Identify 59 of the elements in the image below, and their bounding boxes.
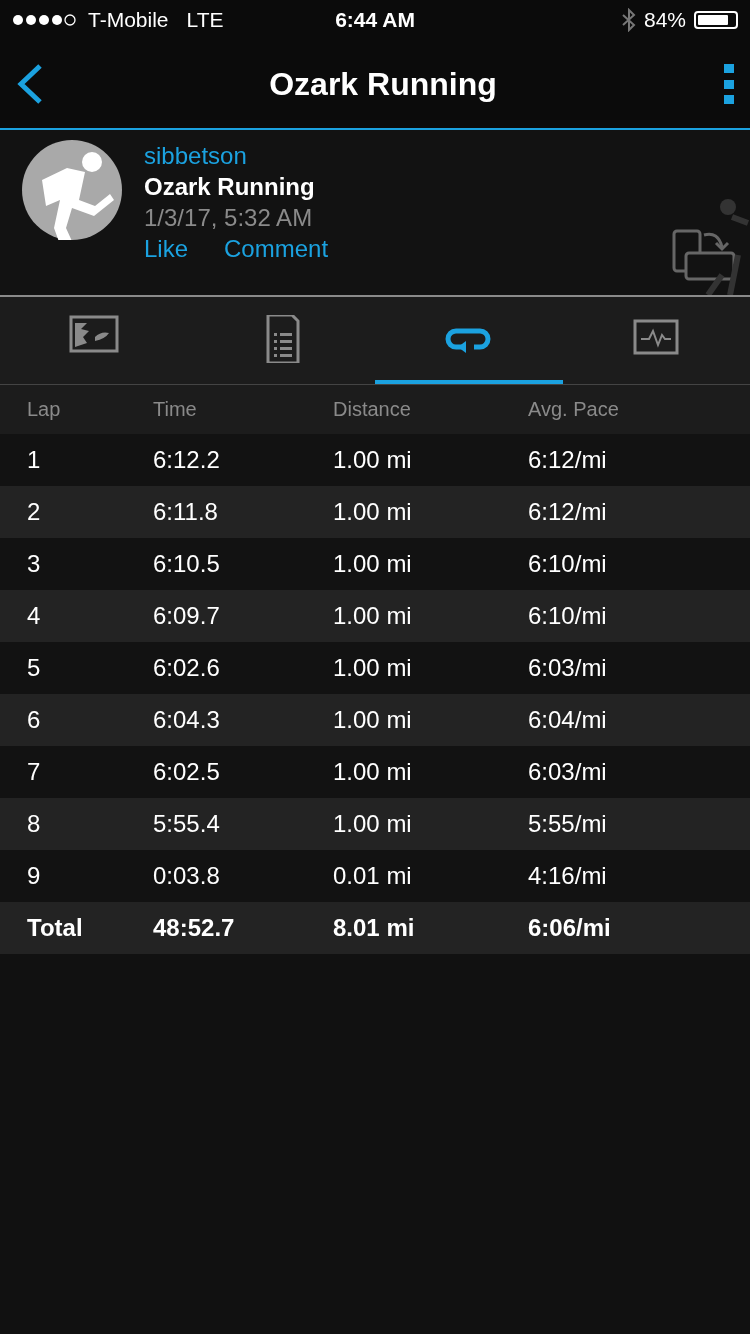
screen-title: Ozark Running <box>269 65 497 103</box>
table-cell-text: 6:11.8 <box>153 498 219 526</box>
table-cell-text: 6:04.3 <box>153 706 221 734</box>
back-button[interactable] <box>16 64 44 104</box>
network-type: LTE <box>186 8 224 32</box>
table-cell-text: 1.00 mi <box>333 498 413 526</box>
column-header: Avg. Pace <box>528 398 620 421</box>
action-link[interactable]: Comment <box>224 233 329 264</box>
total-cell-text: 48:52.7 <box>153 914 236 942</box>
activity-date: 1/3/17, 5:32 AM <box>144 203 314 233</box>
table-cell-text: 7 <box>27 758 42 786</box>
carrier-name: T-Mobile <box>88 8 169 32</box>
table-cell-text: 6:10/mi <box>528 550 608 578</box>
table-cell-text: 6:03/mi <box>528 654 608 682</box>
more-menu-button[interactable] <box>722 64 736 104</box>
column-header: Distance <box>333 398 412 421</box>
runner-avatar-icon <box>22 140 122 240</box>
table-cell-text: 1 <box>27 446 42 474</box>
username-link[interactable]: sibbetson <box>144 140 329 171</box>
table-cell-text: 6:09.7 <box>153 602 221 630</box>
table-cell-text: 6:02.6 <box>153 654 221 682</box>
table-cell-text: 3 <box>27 550 42 578</box>
total-cell-text: 6:06/mi <box>528 914 612 942</box>
table-cell-text: 6:03/mi <box>528 758 608 786</box>
clock-time: 6:44 AM <box>335 8 415 31</box>
table-cell-text: 6:12.2 <box>153 446 221 474</box>
table-cell-text: 1.00 mi <box>333 602 413 630</box>
table-cell-text: 0:03.8 <box>153 862 221 890</box>
table-cell-text: 5:55/mi <box>528 810 608 838</box>
table-cell-text: 6:02.5 <box>153 758 221 786</box>
battery-percent: 84% <box>643 8 686 32</box>
table-cell-text: 1.00 mi <box>333 446 413 474</box>
table-cell-text: 4 <box>27 602 42 630</box>
total-cell-text: 8.01 mi <box>333 914 416 942</box>
table-cell-text: 6:10.5 <box>153 550 221 578</box>
bluetooth-icon <box>621 8 636 32</box>
table-cell-text: 6:04/mi <box>528 706 608 734</box>
activity-name: Ozark Running <box>144 172 316 202</box>
table-cell-text: 6:10/mi <box>528 602 608 630</box>
table-cell-text: 2 <box>27 498 42 526</box>
table-cell-text: 1.00 mi <box>333 758 413 786</box>
battery-icon <box>694 11 738 29</box>
table-cell-text: 1.00 mi <box>333 550 413 578</box>
table-cell-text: 5 <box>27 654 42 682</box>
table-cell-text: 4:16/mi <box>528 862 608 890</box>
table-cell-text: 1.00 mi <box>333 706 413 734</box>
table-cell-text: 1.00 mi <box>333 810 413 838</box>
table-cell-text: 9 <box>27 862 42 890</box>
action-link[interactable]: Like <box>144 233 189 264</box>
table-cell-text: 1.00 mi <box>333 654 413 682</box>
total-cell-text: Total <box>27 914 84 942</box>
table-cell-text: 6:12/mi <box>528 446 608 474</box>
table-cell-text: 0.01 mi <box>333 862 413 890</box>
table-cell-text: 6:12/mi <box>528 498 608 526</box>
table-cell-text: 5:55.4 <box>153 810 221 838</box>
column-header: Lap <box>27 398 62 421</box>
table-cell-text: 6 <box>27 706 42 734</box>
column-header: Time <box>153 398 198 421</box>
table-cell-text: 8 <box>27 810 42 838</box>
